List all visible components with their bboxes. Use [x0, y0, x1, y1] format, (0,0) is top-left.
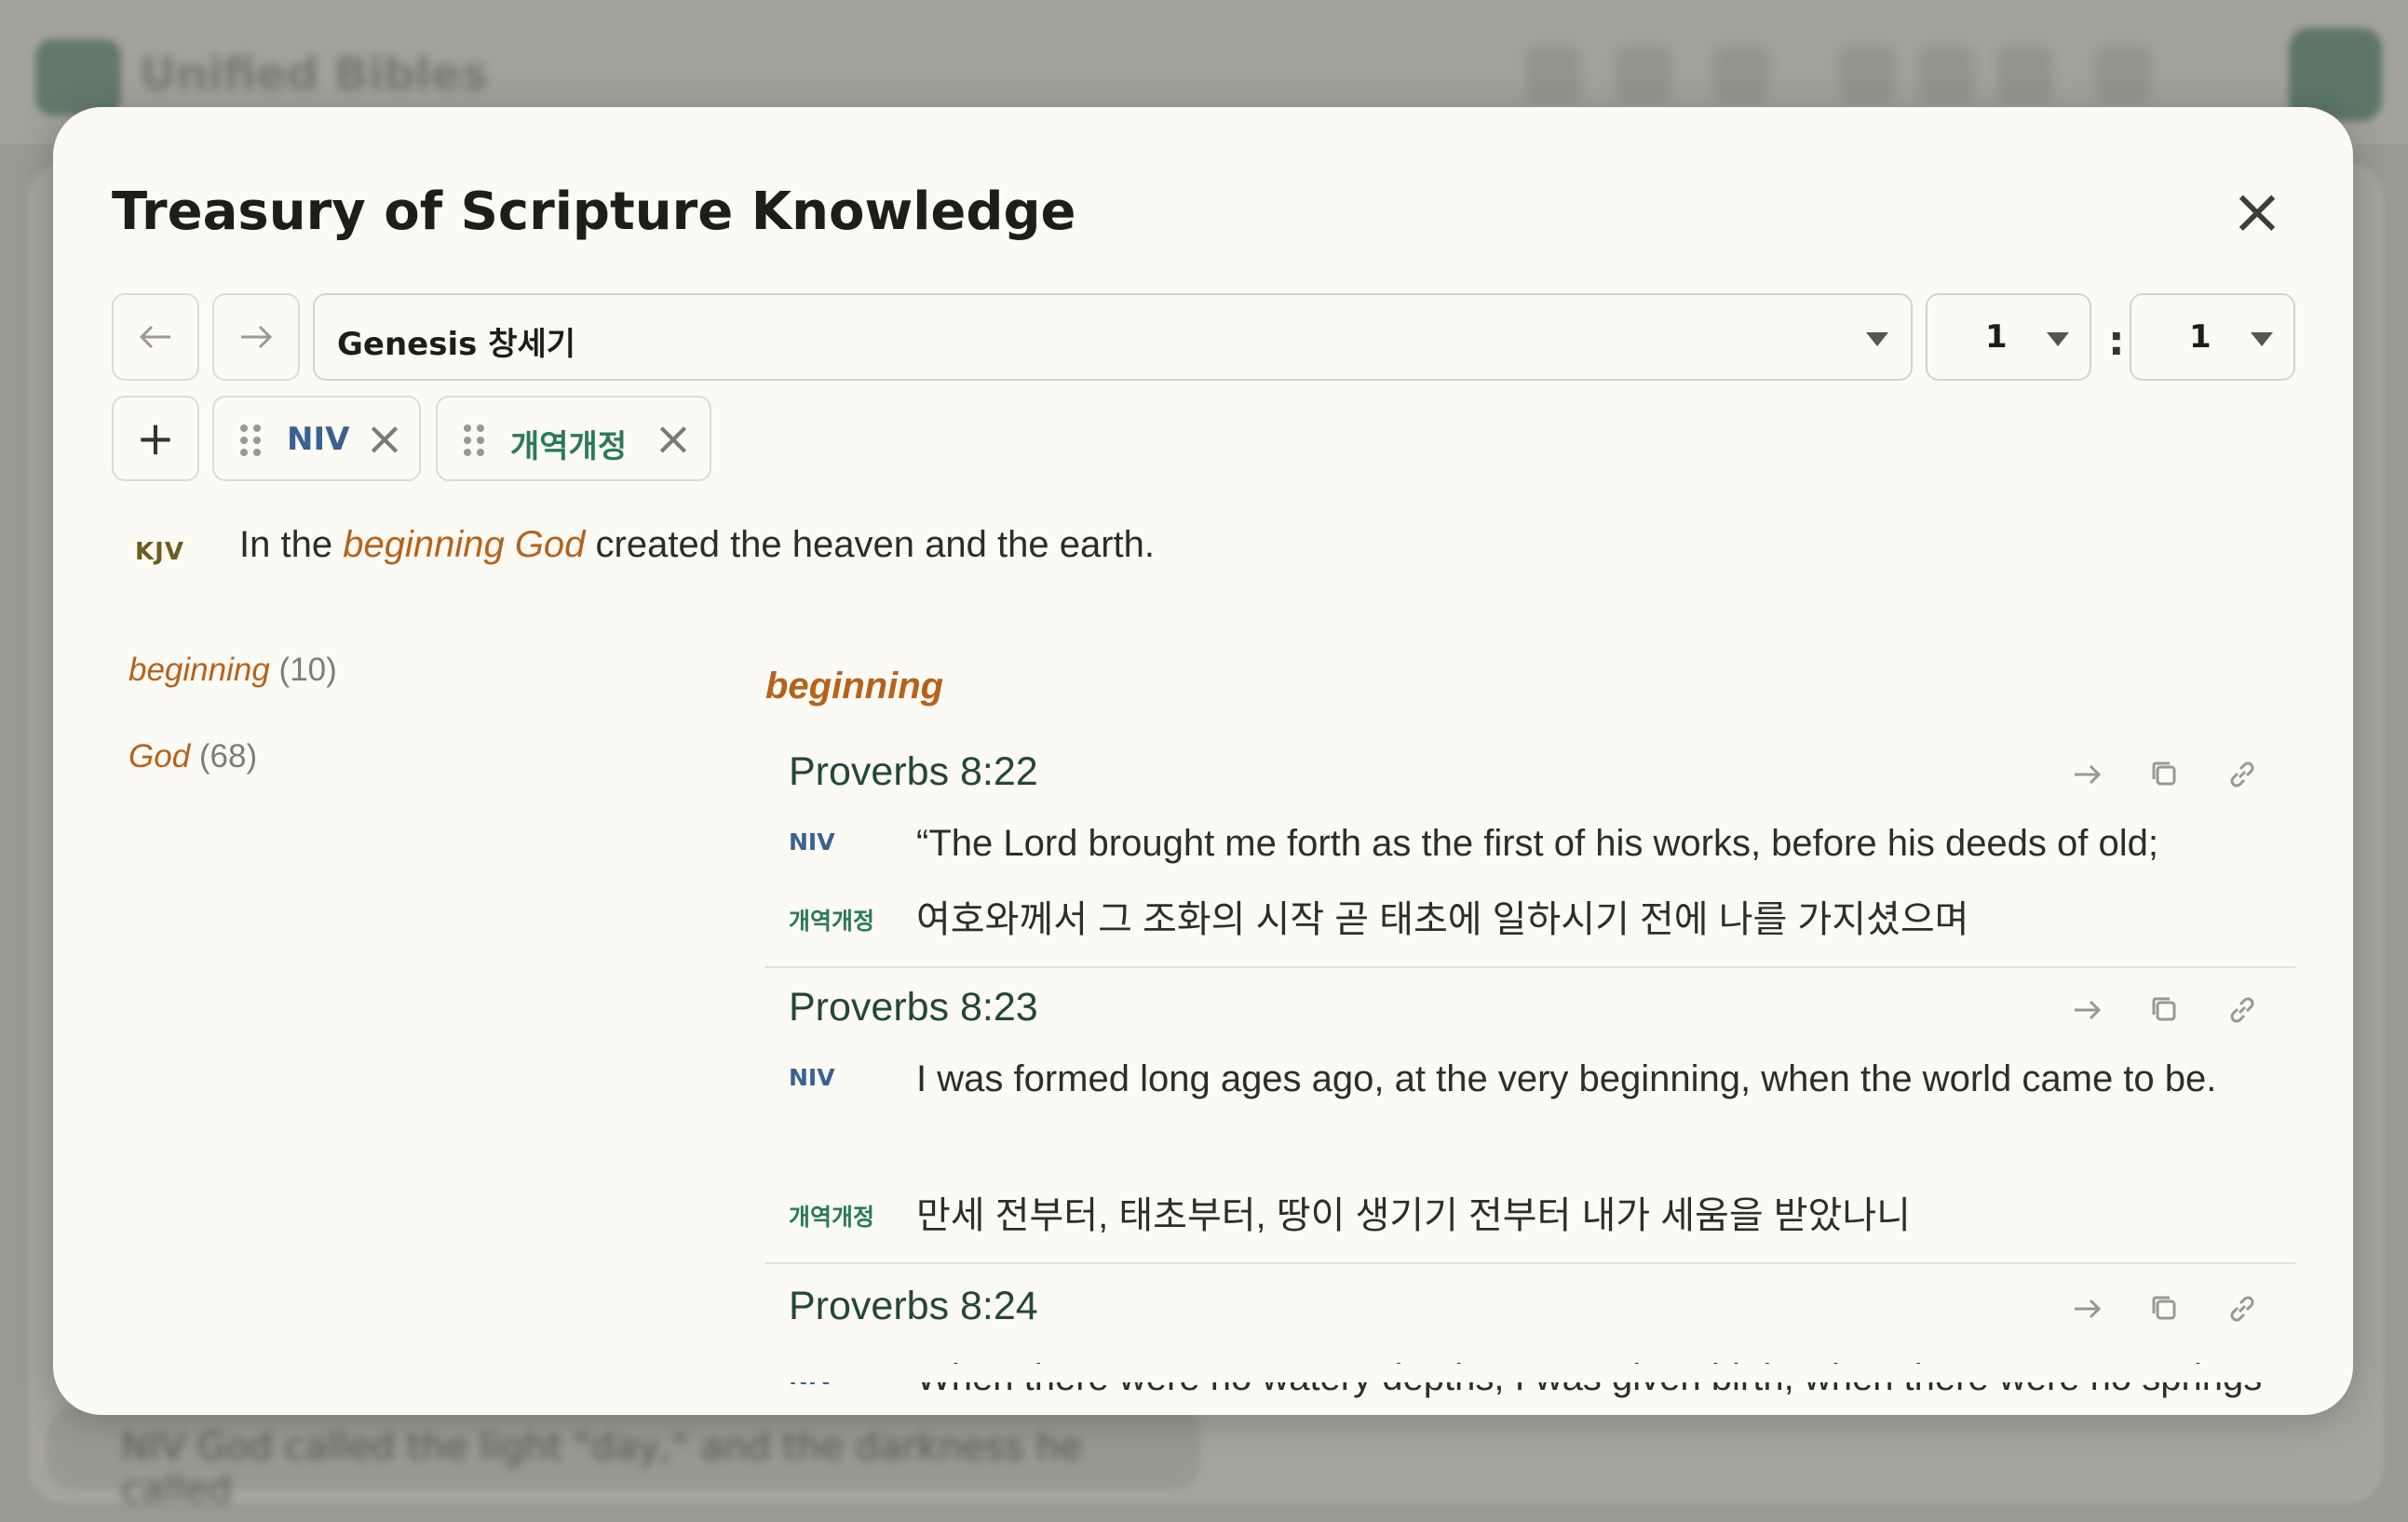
keyword-item-god[interactable]: God (68) — [129, 738, 257, 775]
book-select-value: Genesis 창세기 — [337, 326, 576, 363]
main-verse-text: In the beginning God created the heaven … — [239, 524, 1155, 566]
header-icon — [1918, 47, 1974, 102]
version-chip-label: 개역개정 — [510, 428, 628, 465]
niv-tag: NIV — [789, 1064, 835, 1091]
background-verse-text: NIV God called the light "day," and the … — [121, 1426, 1083, 1512]
verse-select-value: 1 — [2189, 318, 2212, 356]
go-to-verse-icon[interactable] — [2067, 754, 2108, 795]
background-verse: NIV God called the light "day," and the … — [47, 1406, 1201, 1512]
tsk-modal: Treasury of Scripture Knowledge × Genesi… — [53, 107, 2353, 1415]
keyword-word: beginning — [129, 652, 270, 688]
niv-verse-text: I was formed long ages ago, at the very … — [916, 1058, 2217, 1099]
close-icon[interactable]: × — [2225, 180, 2290, 245]
header-icon — [1525, 47, 1581, 102]
header-icon — [1713, 47, 1769, 102]
keyword-item-beginning[interactable]: beginning (10) — [129, 652, 337, 689]
copy-icon[interactable] — [2144, 990, 2185, 1030]
previous-verse-button[interactable] — [112, 293, 199, 381]
plus-icon: + — [136, 411, 175, 465]
keyword-count: (68) — [198, 738, 258, 774]
chapter-select[interactable]: 1 — [1926, 293, 2091, 381]
cross-reference-link[interactable]: Proverbs 8:24 — [789, 1284, 1038, 1329]
niv-verse-text: “The Lord brought me forth as the first … — [916, 823, 2159, 864]
version-chip-niv[interactable]: NIV × — [212, 396, 421, 481]
krv-tag: 개역개정 — [789, 1204, 875, 1231]
header-icon — [1997, 47, 2053, 102]
arrow-right-icon — [241, 325, 273, 349]
version-chip-krv[interactable]: 개역개정 × — [436, 396, 711, 481]
cross-reference-link[interactable]: Proverbs 8:23 — [789, 985, 1038, 1030]
chevron-down-icon — [2047, 332, 2069, 346]
krv-verse-text: 여호와께서 그 조화의 시작 곧 태초에 일하시기 전에 나를 가지셨으며 — [916, 899, 1969, 940]
remove-version-icon[interactable]: × — [654, 411, 693, 465]
version-chip-label: NIV — [287, 421, 350, 458]
cross-reference-link[interactable]: Proverbs 8:22 — [789, 749, 1038, 795]
verse-select[interactable]: 1 — [2130, 293, 2295, 381]
drag-handle-icon[interactable] — [240, 424, 263, 456]
main-verse-highlight[interactable]: beginning God — [343, 524, 585, 565]
krv-tag: 개역개정 — [789, 908, 875, 935]
go-to-verse-icon[interactable] — [2067, 1288, 2108, 1329]
krv-verse-text: 만세 전부터, 태초부터, 땅이 생기기 전부터 내가 세움을 받았나니 — [916, 1195, 1911, 1236]
keyword-word: God — [129, 738, 191, 774]
book-select[interactable]: Genesis 창세기 — [313, 293, 1913, 381]
main-verse-version: KJV — [135, 538, 184, 566]
section-heading: beginning — [765, 666, 944, 707]
chapter-verse-separator: : — [2108, 317, 2125, 365]
header-icon — [1616, 47, 1671, 102]
chevron-down-icon — [1866, 332, 1888, 346]
drag-handle-icon[interactable] — [464, 424, 486, 456]
arrow-left-icon — [139, 325, 170, 349]
scroll-fade — [765, 1364, 2295, 1382]
add-version-button[interactable]: + — [112, 396, 199, 481]
divider — [765, 966, 2295, 968]
modal-title: Treasury of Scripture Knowledge — [112, 182, 1076, 242]
chapter-select-value: 1 — [1985, 318, 2008, 356]
main-verse-text-after: created the heaven and the earth. — [585, 524, 1155, 565]
main-verse-text-before: In the — [239, 524, 344, 565]
link-icon[interactable] — [2222, 1288, 2263, 1329]
link-icon[interactable] — [2222, 754, 2263, 795]
link-icon[interactable] — [2222, 990, 2263, 1030]
remove-version-icon[interactable]: × — [365, 411, 404, 465]
chevron-down-icon — [2251, 332, 2273, 346]
niv-tag: NIV — [789, 828, 835, 855]
app-title: Unified Bibles — [140, 48, 488, 101]
copy-icon[interactable] — [2144, 1288, 2185, 1329]
app-logo — [35, 39, 121, 115]
keyword-count: (10) — [278, 652, 337, 688]
go-to-verse-icon[interactable] — [2067, 990, 2108, 1030]
copy-icon[interactable] — [2144, 754, 2185, 795]
next-verse-button[interactable] — [212, 293, 300, 381]
header-icon — [1839, 47, 1895, 102]
divider — [765, 1262, 2295, 1264]
header-icon — [2095, 47, 2151, 102]
